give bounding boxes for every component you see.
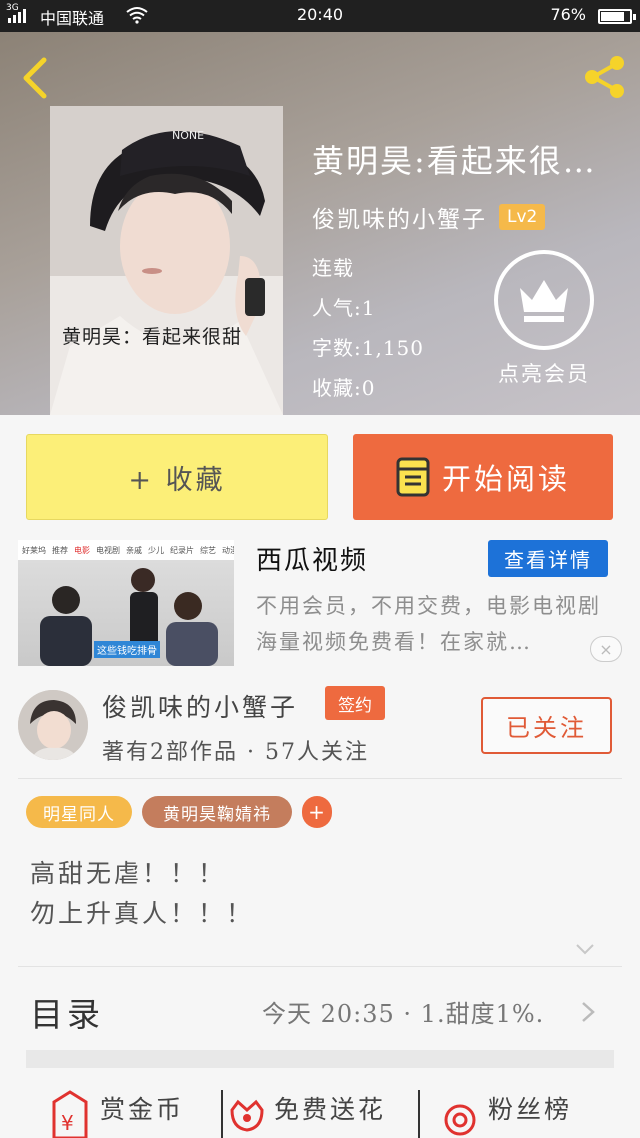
- cover-portrait-image: NONE: [50, 106, 283, 415]
- vip-label[interactable]: 点亮会员: [480, 358, 608, 388]
- catalog-latest-chapter[interactable]: 今天 20:35 · 1.甜度1%.: [262, 994, 544, 1029]
- ad-nav-item: 纪录片: [170, 546, 194, 555]
- ad-close-icon[interactable]: ×: [590, 636, 622, 662]
- send-flower-button[interactable]: 免费送花: [228, 1088, 386, 1138]
- chevron-right-icon[interactable]: [580, 1000, 596, 1024]
- fan-ranking-label: 粉丝榜: [488, 1095, 573, 1124]
- divider: [18, 778, 622, 779]
- battery-icon: [598, 9, 636, 24]
- book-word-count: 字数:1,150: [312, 336, 424, 360]
- cover-caption: 黄明昊：看起来很甜: [62, 326, 243, 348]
- book-intro: 高甜无虐！！！ 勿上升真人！！！: [30, 854, 254, 934]
- intro-line: 高甜无虐！！！: [30, 859, 227, 888]
- ad-subtitle: 这些钱吃排骨: [94, 641, 160, 658]
- author-level-badge: Lv2: [499, 204, 546, 230]
- catalog-title[interactable]: 目录: [30, 988, 104, 1036]
- ad-title: 西瓜视频: [256, 546, 369, 576]
- ad-thumbnail[interactable]: 好莱坞 推荐 电影 电视剧 亲戚 少儿 纪录片 综艺 动漫 这些钱吃排骨: [18, 540, 234, 666]
- divider: [221, 1090, 223, 1138]
- author-row: 俊凯味的小蟹子 Lv2: [312, 200, 546, 234]
- author-stats: 著有2部作品 · 57人关注: [102, 740, 369, 765]
- start-reading-button[interactable]: 开始阅读: [353, 434, 613, 520]
- book-cover[interactable]: NONE 黄明昊：看起来很甜: [50, 106, 283, 415]
- section-separator: [26, 1050, 614, 1068]
- ad-nav-item-active: 电影: [74, 546, 90, 555]
- back-arrow-icon[interactable]: [16, 54, 56, 102]
- book-status: 连载: [312, 256, 354, 280]
- red-envelope-icon: ¥: [52, 1090, 88, 1138]
- book-popularity: 人气:1: [312, 296, 376, 320]
- chevron-down-icon[interactable]: [574, 938, 596, 960]
- ad-nav-bar: 好莱坞 推荐 电影 电视剧 亲戚 少儿 纪录片 综艺 动漫: [18, 540, 234, 560]
- ad-nav-item: 综艺: [200, 546, 216, 555]
- avatar[interactable]: [18, 690, 88, 760]
- author-card-name[interactable]: 俊凯味的小蟹子: [102, 688, 298, 724]
- book-title: 黄明昊:看起来很…: [312, 142, 597, 180]
- signed-badge: 签约: [325, 686, 385, 720]
- follow-button[interactable]: 已关注: [481, 697, 612, 754]
- ad-nav-item: 推荐: [52, 546, 68, 555]
- fan-ranking-button[interactable]: 粉丝榜: [440, 1088, 572, 1138]
- divider: [418, 1090, 420, 1138]
- ad-nav-item: 亲戚: [126, 546, 142, 555]
- ad-nav-item: 少儿: [148, 546, 164, 555]
- ad-details-button[interactable]: 查看详情: [488, 540, 608, 577]
- ad-description: 不用会员，不用交费，电影电视剧海量视频免费看！在家就…: [256, 594, 601, 654]
- ad-nav-item: 电视剧: [96, 546, 120, 555]
- book-favorites: 收藏:0: [312, 376, 376, 400]
- intro-line: 勿上升真人！！！: [30, 899, 255, 928]
- svg-text:¥: ¥: [61, 1111, 74, 1135]
- author-name[interactable]: 俊凯味的小蟹子: [312, 200, 487, 234]
- divider: [18, 966, 622, 967]
- reward-coins-button[interactable]: ¥ 赏金币: [48, 1088, 184, 1138]
- crown-icon: [520, 280, 568, 322]
- start-reading-label: 开始阅读: [441, 462, 570, 496]
- svg-text:NONE: NONE: [172, 129, 204, 142]
- share-icon[interactable]: [582, 54, 628, 100]
- medal-icon: [444, 1104, 476, 1136]
- collect-button[interactable]: + 收藏: [26, 434, 328, 520]
- flower-icon: [230, 1099, 264, 1132]
- tag-celebrity-fanfic[interactable]: 明星同人: [26, 796, 132, 828]
- ad-nav-item: 好莱坞: [22, 546, 46, 555]
- book-header: NONE 黄明昊：看起来很甜 黄明昊:看起来很… 俊凯味的小蟹子 Lv2 连载 …: [0, 32, 640, 415]
- reward-coins-label: 赏金币: [100, 1095, 185, 1124]
- battery-percent: 76%: [550, 5, 586, 24]
- clock: 20:40: [296, 5, 344, 24]
- add-tag-button[interactable]: +: [302, 796, 332, 828]
- ad-nav-item: 动漫: [222, 546, 234, 555]
- send-flower-label: 免费送花: [274, 1095, 387, 1124]
- ad-scene-image: 这些钱吃排骨: [18, 560, 234, 666]
- status-bar: 3G 中国联通 20:40 76%: [0, 0, 640, 32]
- vip-crown-button[interactable]: [494, 250, 594, 350]
- tag-pairing[interactable]: 黄明昊鞠婧祎: [142, 796, 292, 828]
- book-icon: [396, 457, 430, 497]
